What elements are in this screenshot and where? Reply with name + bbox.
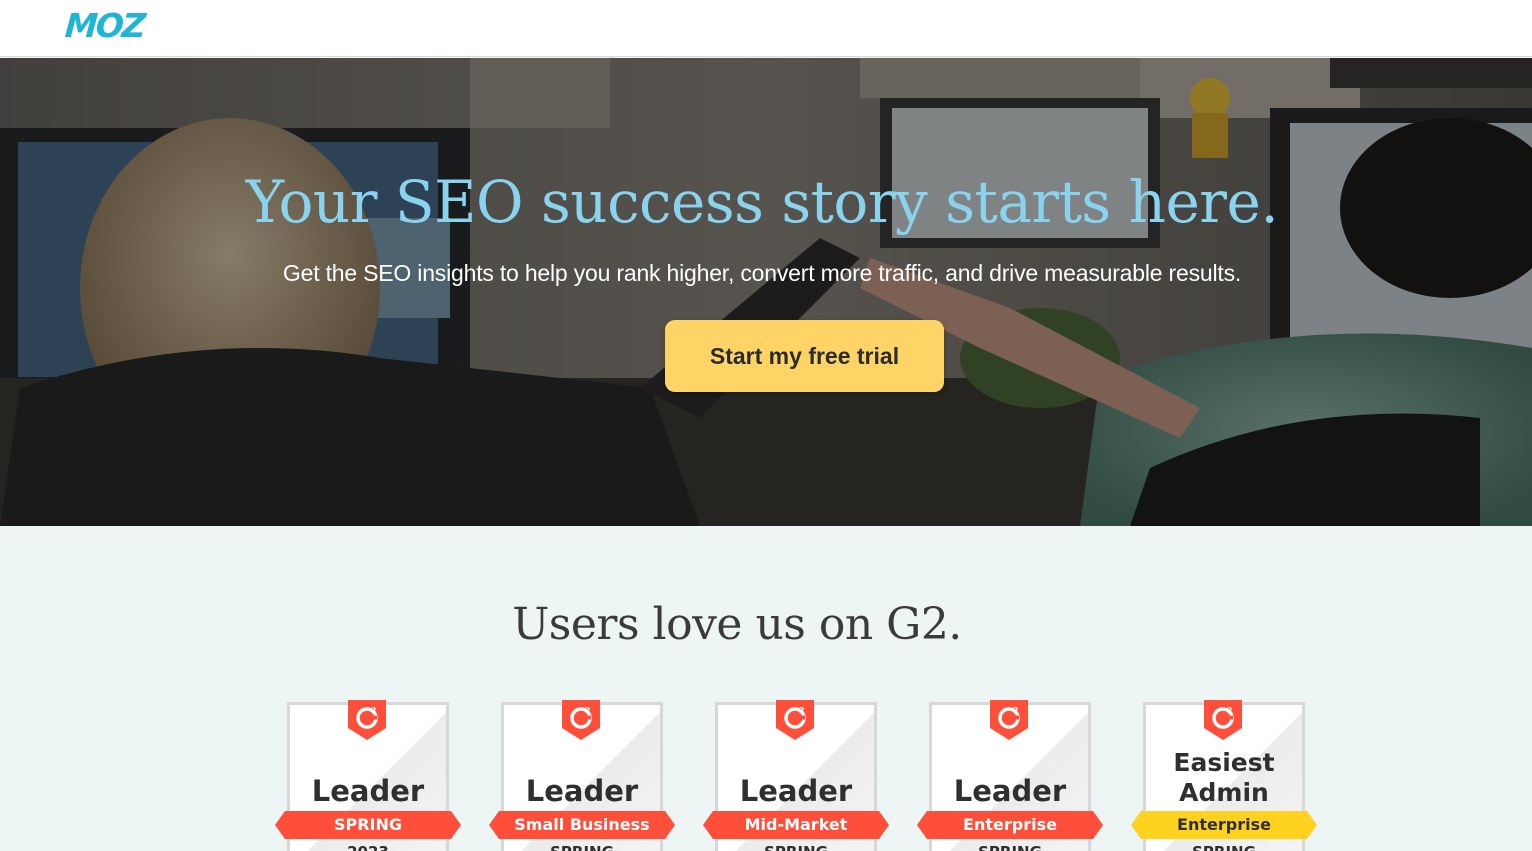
badge-title: Leader	[739, 774, 853, 808]
g2-reviews-section: Users love us on G2. 2 Leader SPRING 202…	[0, 526, 1532, 851]
g2-badge-leader-small-business[interactable]: 2 Leader Small Business SPRING	[501, 700, 663, 851]
g2-logo-icon: 2	[1204, 700, 1242, 740]
svg-text:2: 2	[799, 706, 805, 715]
badge-title-line1: Easiest	[1173, 748, 1275, 777]
badge-season: SPRING	[1143, 842, 1305, 851]
badge-title-line2: Admin	[1179, 778, 1269, 807]
start-free-trial-button[interactable]: Start my free trial	[665, 320, 944, 392]
badge-title: Easiest Admin	[1143, 748, 1305, 808]
g2-badge-leader-enterprise[interactable]: 2 Leader Enterprise SPRING	[929, 700, 1091, 851]
g2-logo-icon: 2	[776, 700, 814, 740]
hero-section: Your SEO success story starts here. Get …	[0, 58, 1532, 526]
badge-season: SPRING	[929, 842, 1091, 851]
badge-season: SPRING	[501, 842, 663, 851]
svg-text:2: 2	[1227, 706, 1233, 715]
g2-logo-icon: 2	[990, 700, 1028, 740]
badge-title: Leader	[311, 774, 425, 808]
g2-logo-icon: 2	[348, 700, 386, 740]
badge-title: Leader	[525, 774, 639, 808]
hero-overlay	[0, 58, 1532, 526]
g2-badge-leader-mid-market[interactable]: 2 Leader Mid-Market SPRING	[715, 700, 877, 851]
site-header: MOZ	[0, 0, 1532, 57]
badge-ribbon: Mid-Market	[703, 811, 889, 839]
badge-season: 2023	[287, 842, 449, 851]
svg-text:2: 2	[585, 706, 591, 715]
badge-ribbon: Enterprise	[917, 811, 1103, 839]
badge-ribbon: Small Business	[489, 811, 675, 839]
hero-subtitle: Get the SEO insights to help you rank hi…	[282, 260, 1242, 286]
g2-badge-leader-spring[interactable]: 2 Leader SPRING 2023	[287, 700, 449, 851]
moz-logo[interactable]: MOZ	[64, 6, 146, 45]
badge-ribbon: SPRING	[275, 811, 461, 839]
badge-ribbon: Enterprise	[1131, 811, 1317, 839]
badge-title: Leader	[953, 774, 1067, 808]
hero-title: Your SEO success story starts here.	[245, 168, 1279, 236]
reviews-title: Users love us on G2.	[512, 599, 962, 650]
g2-badge-easiest-admin-enterprise[interactable]: 2 Easiest Admin Enterprise SPRING	[1143, 700, 1305, 851]
svg-text:2: 2	[1013, 706, 1019, 715]
g2-logo-icon: 2	[562, 700, 600, 740]
badge-season: SPRING	[715, 842, 877, 851]
svg-text:2: 2	[371, 706, 377, 715]
